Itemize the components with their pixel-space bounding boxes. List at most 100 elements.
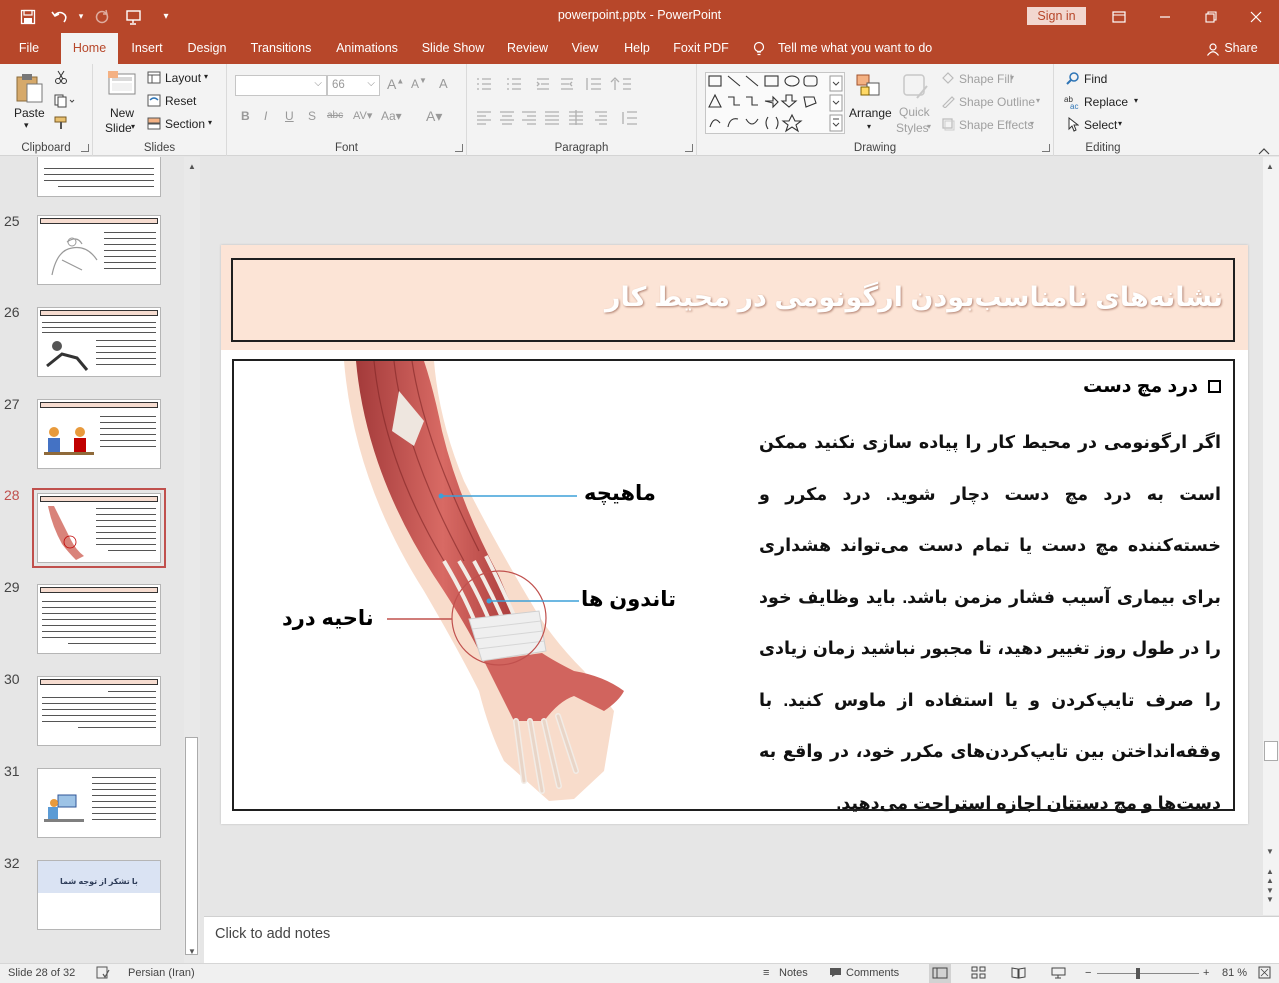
copy-icon[interactable] xyxy=(54,94,76,113)
scroll-down-icon[interactable]: ▼ xyxy=(188,947,196,956)
tab-slide-show[interactable]: Slide Show xyxy=(417,33,489,64)
slide-content-box[interactable]: ماهیچه تاندون ها ناحیه درد درد مچ دست اگ… xyxy=(232,359,1235,813)
find-button[interactable]: Find xyxy=(1084,72,1107,86)
strikethrough-icon[interactable]: abc xyxy=(327,110,343,121)
editor-scroll-down-icon[interactable]: ▼ xyxy=(1266,847,1274,856)
paragraph-align-icons[interactable] xyxy=(475,109,690,130)
find-icon[interactable] xyxy=(1066,71,1080,90)
section-dropdown-icon[interactable]: ▾ xyxy=(208,118,212,127)
char-spacing-icon[interactable]: AV▾ xyxy=(353,109,372,122)
presentation-icon[interactable] xyxy=(118,0,150,33)
format-painter-icon[interactable] xyxy=(54,116,70,135)
notes-pane[interactable]: Click to add notes xyxy=(204,916,1279,963)
underline-icon[interactable]: U xyxy=(285,109,294,123)
spelling-check-icon[interactable] xyxy=(96,966,110,982)
zoom-level[interactable]: 81 % xyxy=(1222,967,1247,979)
normal-view-icon[interactable] xyxy=(929,964,951,983)
replace-button[interactable]: Replace xyxy=(1084,95,1128,109)
thumbnails-scroll-thumb[interactable] xyxy=(185,737,198,955)
reading-view-icon[interactable] xyxy=(1011,966,1026,982)
zoom-slider[interactable] xyxy=(1097,973,1199,974)
shapes-gallery[interactable] xyxy=(705,72,845,134)
cut-icon[interactable] xyxy=(54,70,68,89)
slide-thumbnail-25[interactable] xyxy=(37,215,161,285)
zoom-out-icon[interactable]: − xyxy=(1085,967,1091,979)
new-slide-dropdown-icon[interactable]: ▾ xyxy=(131,122,135,131)
select-button[interactable]: Select xyxy=(1084,118,1117,132)
sign-in-button[interactable]: Sign in xyxy=(1027,7,1086,25)
share-button[interactable]: Share xyxy=(1223,33,1259,64)
shape-fill-dropdown-icon[interactable]: ▾ xyxy=(1010,73,1014,82)
slide-thumbnail-29[interactable] xyxy=(37,584,161,654)
zoom-slider-handle[interactable] xyxy=(1136,968,1140,979)
ribbon-display-icon[interactable] xyxy=(1096,0,1142,33)
thumbnails-scrollbar[interactable]: ▲ ▼ xyxy=(184,157,200,963)
restore-icon[interactable] xyxy=(1188,0,1234,33)
layout-icon[interactable] xyxy=(147,71,161,89)
comments-icon[interactable] xyxy=(829,967,842,981)
font-size-dropdown[interactable]: 66 ⌵ xyxy=(327,75,380,96)
layout-button[interactable]: Layout xyxy=(165,71,201,85)
quick-styles-label-2[interactable]: Styles xyxy=(896,121,929,135)
clear-format-icon[interactable]: A xyxy=(439,76,448,91)
shape-fill-icon[interactable] xyxy=(941,71,955,90)
quick-styles-dropdown-icon[interactable]: ▾ xyxy=(927,122,931,131)
zoom-in-icon[interactable]: + xyxy=(1203,967,1209,979)
new-slide-label-1[interactable]: New xyxy=(110,106,134,120)
notes-icon[interactable]: ≡ xyxy=(763,967,769,979)
tab-insert[interactable]: Insert xyxy=(125,33,169,64)
slide-thumbnail-30[interactable] xyxy=(37,676,161,746)
increase-font-icon[interactable]: A▲ xyxy=(387,76,404,92)
tab-transitions[interactable]: Transitions xyxy=(245,33,317,64)
font-launcher-icon[interactable] xyxy=(455,144,463,152)
editor-scroll-thumb[interactable] xyxy=(1264,741,1278,761)
drawing-launcher-icon[interactable] xyxy=(1042,144,1050,152)
slide-thumbnail-28[interactable] xyxy=(32,488,166,568)
minimize-icon[interactable] xyxy=(1142,0,1188,33)
quick-styles-label-1[interactable]: Quick xyxy=(899,105,930,119)
redo-icon[interactable] xyxy=(86,0,118,33)
arrange-dropdown-icon[interactable]: ▾ xyxy=(867,122,871,131)
select-dropdown-icon[interactable]: ▾ xyxy=(1118,119,1122,128)
arrange-icon[interactable] xyxy=(855,73,883,104)
shape-fill-button[interactable]: Shape Fill xyxy=(959,72,1012,86)
paste-icon[interactable] xyxy=(14,72,44,109)
bold-icon[interactable]: B xyxy=(241,109,250,123)
tab-file[interactable]: File xyxy=(8,33,50,64)
reset-button[interactable]: Reset xyxy=(165,94,196,108)
undo-icon[interactable] xyxy=(44,0,76,33)
undo-dropdown-icon[interactable]: ▾ xyxy=(76,0,86,33)
slide-sorter-icon[interactable] xyxy=(971,966,986,982)
replace-dropdown-icon[interactable]: ▾ xyxy=(1134,96,1138,105)
shape-effects-icon[interactable] xyxy=(941,117,955,136)
paste-dropdown-icon[interactable]: ▾ xyxy=(24,120,29,131)
close-icon[interactable] xyxy=(1233,0,1279,33)
section-icon[interactable] xyxy=(147,117,161,135)
shape-outline-dropdown-icon[interactable]: ▾ xyxy=(1036,96,1040,105)
font-color-icon[interactable]: A▾ xyxy=(426,108,442,125)
next-slide-icon[interactable]: ▼ ▼ xyxy=(1266,886,1274,904)
previous-slide-icon[interactable]: ▲ ▲ xyxy=(1266,867,1274,885)
decrease-font-icon[interactable]: A▼ xyxy=(411,76,427,91)
quick-styles-icon[interactable] xyxy=(901,72,931,107)
customize-qat-icon[interactable]: ▾ xyxy=(150,0,182,33)
slide-thumbnail-27[interactable] xyxy=(37,399,161,469)
select-cursor-icon[interactable] xyxy=(1067,116,1080,137)
slide-thumbnail-24[interactable] xyxy=(37,157,161,197)
language-indicator[interactable]: Persian (Iran) xyxy=(128,967,195,979)
comments-button[interactable]: Comments xyxy=(846,967,899,979)
tab-help[interactable]: Help xyxy=(618,33,656,64)
clipboard-launcher-icon[interactable] xyxy=(81,144,89,152)
editor-scrollbar[interactable]: ▲ ▼ ▲ ▲ ▼ ▼ xyxy=(1263,157,1279,915)
replace-icon[interactable]: ab ac xyxy=(1064,94,1082,115)
new-slide-icon[interactable] xyxy=(107,70,139,105)
tab-review[interactable]: Review xyxy=(502,33,553,64)
save-icon[interactable] xyxy=(12,0,44,33)
slide-thumbnail-31[interactable] xyxy=(37,768,161,838)
share-person-icon[interactable] xyxy=(1205,33,1221,64)
tab-foxit-pdf[interactable]: Foxit PDF xyxy=(669,33,733,64)
scroll-up-icon[interactable]: ▲ xyxy=(188,162,196,171)
arrange-button[interactable]: Arrange xyxy=(849,106,892,120)
notes-button[interactable]: Notes xyxy=(779,967,808,979)
editor-scroll-up-icon[interactable]: ▲ xyxy=(1266,162,1274,171)
